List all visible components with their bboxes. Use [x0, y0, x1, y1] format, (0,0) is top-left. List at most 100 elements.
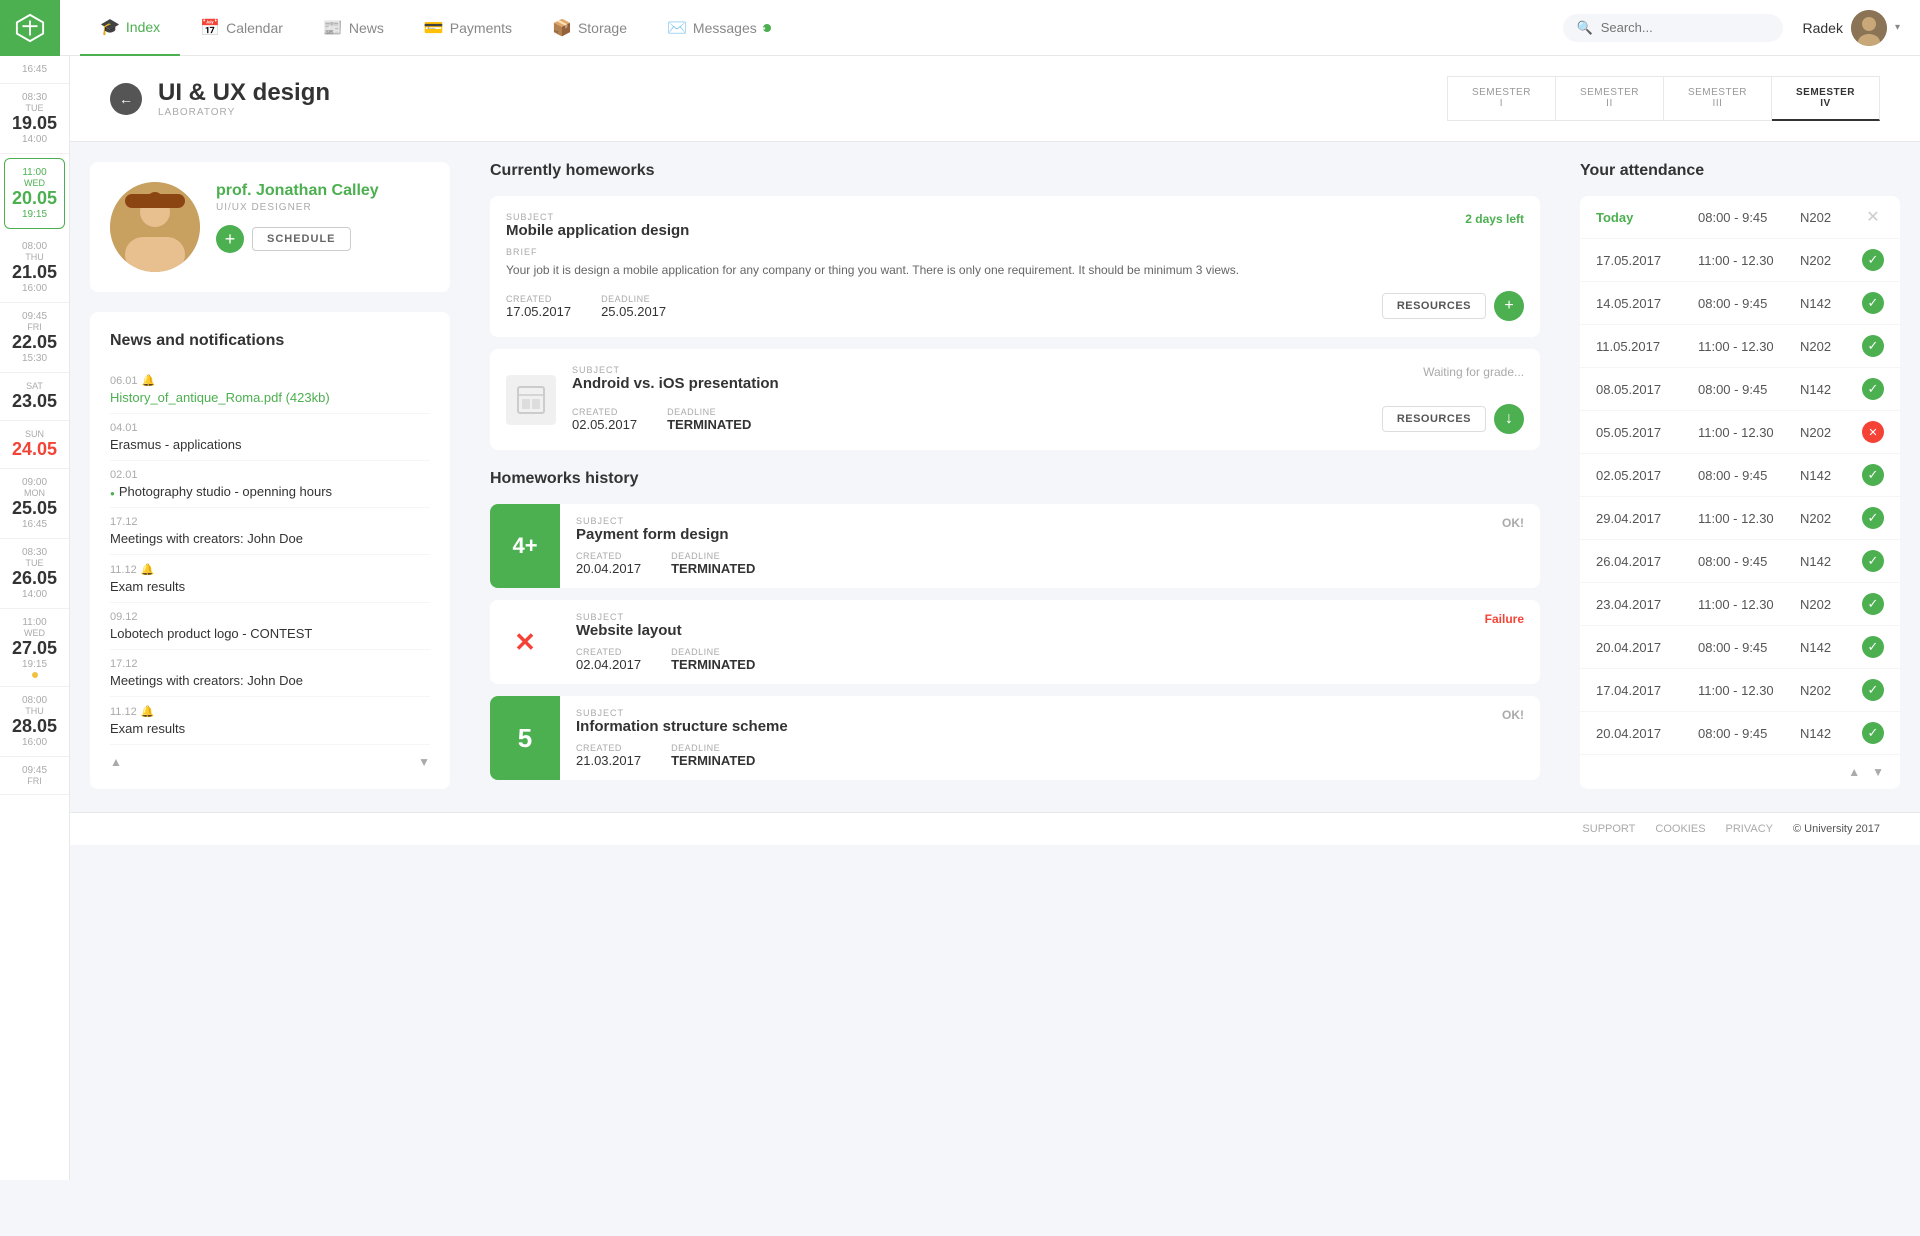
cal-day-1905[interactable]: 08:30 TUE 19.05 14:00: [0, 84, 69, 154]
check-icon-1704: [1862, 679, 1884, 701]
search-icon: 🔍: [1577, 20, 1593, 36]
grade-badge-1: 4+: [490, 504, 560, 588]
tab-semester-4[interactable]: SEMESTERIV: [1772, 76, 1880, 121]
att-row-0205: 02.05.2017 08:00 - 9:45 N142: [1580, 454, 1900, 497]
news-title: News and notifications: [110, 332, 430, 350]
user-name: Radek: [1803, 20, 1843, 36]
nav-items: 🎓 Index 📅 Calendar 📰 News 💳 Payments 📦 S…: [80, 0, 1563, 56]
cal-day-2005-today[interactable]: 11:00 WED 20.05 19:15: [4, 158, 65, 229]
att-down-button[interactable]: ▼: [1872, 765, 1884, 779]
att-row-2904: 29.04.2017 11:00 - 12.30 N202: [1580, 497, 1900, 540]
schedule-button[interactable]: SCHEDULE: [252, 227, 351, 251]
download-button[interactable]: ↓: [1494, 404, 1524, 434]
check-icon-2304: [1862, 593, 1884, 615]
resources-button-2[interactable]: RESOURCES: [1382, 406, 1486, 432]
page-title: UI & UX design: [158, 79, 330, 107]
news-item-7: 17.12 Meetings with creators: John Doe: [110, 650, 430, 697]
news-section: News and notifications 06.01 🔔 History_o…: [90, 312, 450, 789]
homeworks-history: Homeworks history 4+ SUBJECT Payment for…: [490, 470, 1540, 780]
nav-label-payments: Payments: [450, 20, 512, 36]
add-homework-button[interactable]: +: [1494, 291, 1524, 321]
add-button[interactable]: +: [216, 225, 244, 253]
resources-button-1[interactable]: RESOURCES: [1382, 293, 1486, 319]
footer-cookies[interactable]: COOKIES: [1655, 823, 1705, 835]
bell-icon-1: 🔔: [142, 374, 156, 387]
cal-day-2305[interactable]: SAT 23.05: [0, 373, 69, 421]
footer-copyright: © University 2017: [1793, 823, 1880, 835]
nav-item-index[interactable]: 🎓 Index: [80, 0, 180, 56]
cal-day-2405[interactable]: SUN 24.05: [0, 421, 69, 469]
avatar[interactable]: [1851, 10, 1887, 46]
main-layout: 16:45 08:30 TUE 19.05 14:00 11:00 WED 20…: [0, 56, 1920, 1180]
professor-card: prof. Jonathan Calley UI/UX DESIGNER + S…: [90, 162, 450, 292]
news-item-4: 17.12 Meetings with creators: John Doe: [110, 508, 430, 555]
cal-day-2105[interactable]: 08:00 THU 21.05 16:00: [0, 233, 69, 303]
messages-badge: •: [763, 24, 771, 32]
content-area: ← UI & UX design LABORATORY SEMESTERI SE…: [70, 56, 1920, 1180]
homework-card-2: SUBJECT Android vs. iOS presentation Wai…: [490, 349, 1540, 450]
nav-item-payments[interactable]: 💳 Payments: [404, 0, 532, 56]
nav-item-messages[interactable]: ✉️ Messages •: [647, 0, 791, 56]
user-area: Radek ▾: [1803, 10, 1901, 46]
news-down-button[interactable]: ▼: [418, 755, 430, 769]
cal-day-2905[interactable]: 09:45 FRI: [0, 757, 69, 795]
main-grid: prof. Jonathan Calley UI/UX DESIGNER + S…: [70, 142, 1920, 812]
cal-day-2705[interactable]: 11:00 WED 27.05 19:15: [0, 609, 69, 687]
news-item-5: 11.12 🔔 Exam results: [110, 555, 430, 603]
attendance-column: Your attendance Today 08:00 - 9:45 N202 …: [1560, 162, 1900, 792]
chevron-down-icon[interactable]: ▾: [1895, 22, 1900, 33]
check-icon-2604: [1862, 550, 1884, 572]
storage-icon: 📦: [552, 18, 572, 38]
index-icon: 🎓: [100, 17, 120, 37]
news-up-button[interactable]: ▲: [110, 755, 122, 769]
professor-avatar: [110, 182, 200, 272]
nav-label-calendar: Calendar: [226, 20, 283, 36]
tab-semester-1[interactable]: SEMESTERI: [1447, 76, 1556, 121]
att-row-today: Today 08:00 - 9:45 N202 ✕: [1580, 196, 1900, 239]
att-row-2004b: 20.04.2017 08:00 - 9:45 N142: [1580, 712, 1900, 755]
attendance-title: Your attendance: [1580, 162, 1900, 180]
nav-label-news: News: [349, 20, 384, 36]
hw-header-1: SUBJECT Mobile application design 2 days…: [506, 212, 1524, 239]
page-subtitle: LABORATORY: [158, 107, 330, 118]
grade-badge-3: 5: [490, 696, 560, 780]
news-icon: 📰: [323, 18, 343, 38]
tab-semester-2[interactable]: SEMESTERII: [1556, 76, 1664, 121]
news-item-3: 02.01 Photography studio - openning hour…: [110, 461, 430, 508]
logo[interactable]: [0, 0, 60, 56]
footer-privacy[interactable]: PRIVACY: [1726, 823, 1773, 835]
nav-label-messages: Messages: [693, 20, 757, 36]
history-card-3: 5 SUBJECT Information structure scheme O…: [490, 696, 1540, 780]
footer: SUPPORT COOKIES PRIVACY © University 201…: [70, 812, 1920, 845]
bell-icon-3: 🔔: [141, 705, 155, 718]
nav-item-calendar[interactable]: 📅 Calendar: [180, 0, 303, 56]
check-icon-1105: [1862, 335, 1884, 357]
bell-icon-2: 🔔: [141, 563, 155, 576]
search-input[interactable]: [1601, 20, 1761, 35]
nav-item-news[interactable]: 📰 News: [303, 0, 404, 56]
hw-footer-1: CREATED 17.05.2017 DEADLINE 25.05.2017 R…: [506, 291, 1524, 321]
messages-icon: ✉️: [667, 18, 687, 38]
nav-label-index: Index: [126, 19, 160, 35]
professor-info: prof. Jonathan Calley UI/UX DESIGNER + S…: [216, 182, 379, 253]
news-nav: ▲ ▼: [110, 745, 430, 769]
homework-card-1: SUBJECT Mobile application design 2 days…: [490, 196, 1540, 337]
cal-day-2605[interactable]: 08:30 TUE 26.05 14:00: [0, 539, 69, 609]
check-icon-1405: [1862, 292, 1884, 314]
payments-icon: 💳: [424, 18, 444, 38]
history-title: Homeworks history: [490, 470, 1540, 488]
att-row-0505: 05.05.2017 11:00 - 12.30 N202: [1580, 411, 1900, 454]
check-icon-2004: [1862, 636, 1884, 658]
att-row-1105: 11.05.2017 11:00 - 12.30 N202: [1580, 325, 1900, 368]
news-item-2: 04.01 Erasmus - applications: [110, 414, 430, 461]
att-up-button[interactable]: ▲: [1848, 765, 1860, 779]
hw-thumbnail: [506, 375, 556, 425]
nav-item-storage[interactable]: 📦 Storage: [532, 0, 647, 56]
footer-support[interactable]: SUPPORT: [1582, 823, 1635, 835]
cal-day-2505[interactable]: 09:00 MON 25.05 16:45: [0, 469, 69, 539]
cal-day-2205[interactable]: 09:45 FRI 22.05 15:30: [0, 303, 69, 373]
tab-semester-3[interactable]: SEMESTERIII: [1664, 76, 1772, 121]
check-icon-1705: [1862, 249, 1884, 271]
back-button[interactable]: ←: [110, 83, 142, 115]
cal-day-2805[interactable]: 08:00 THU 28.05 16:00: [0, 687, 69, 757]
